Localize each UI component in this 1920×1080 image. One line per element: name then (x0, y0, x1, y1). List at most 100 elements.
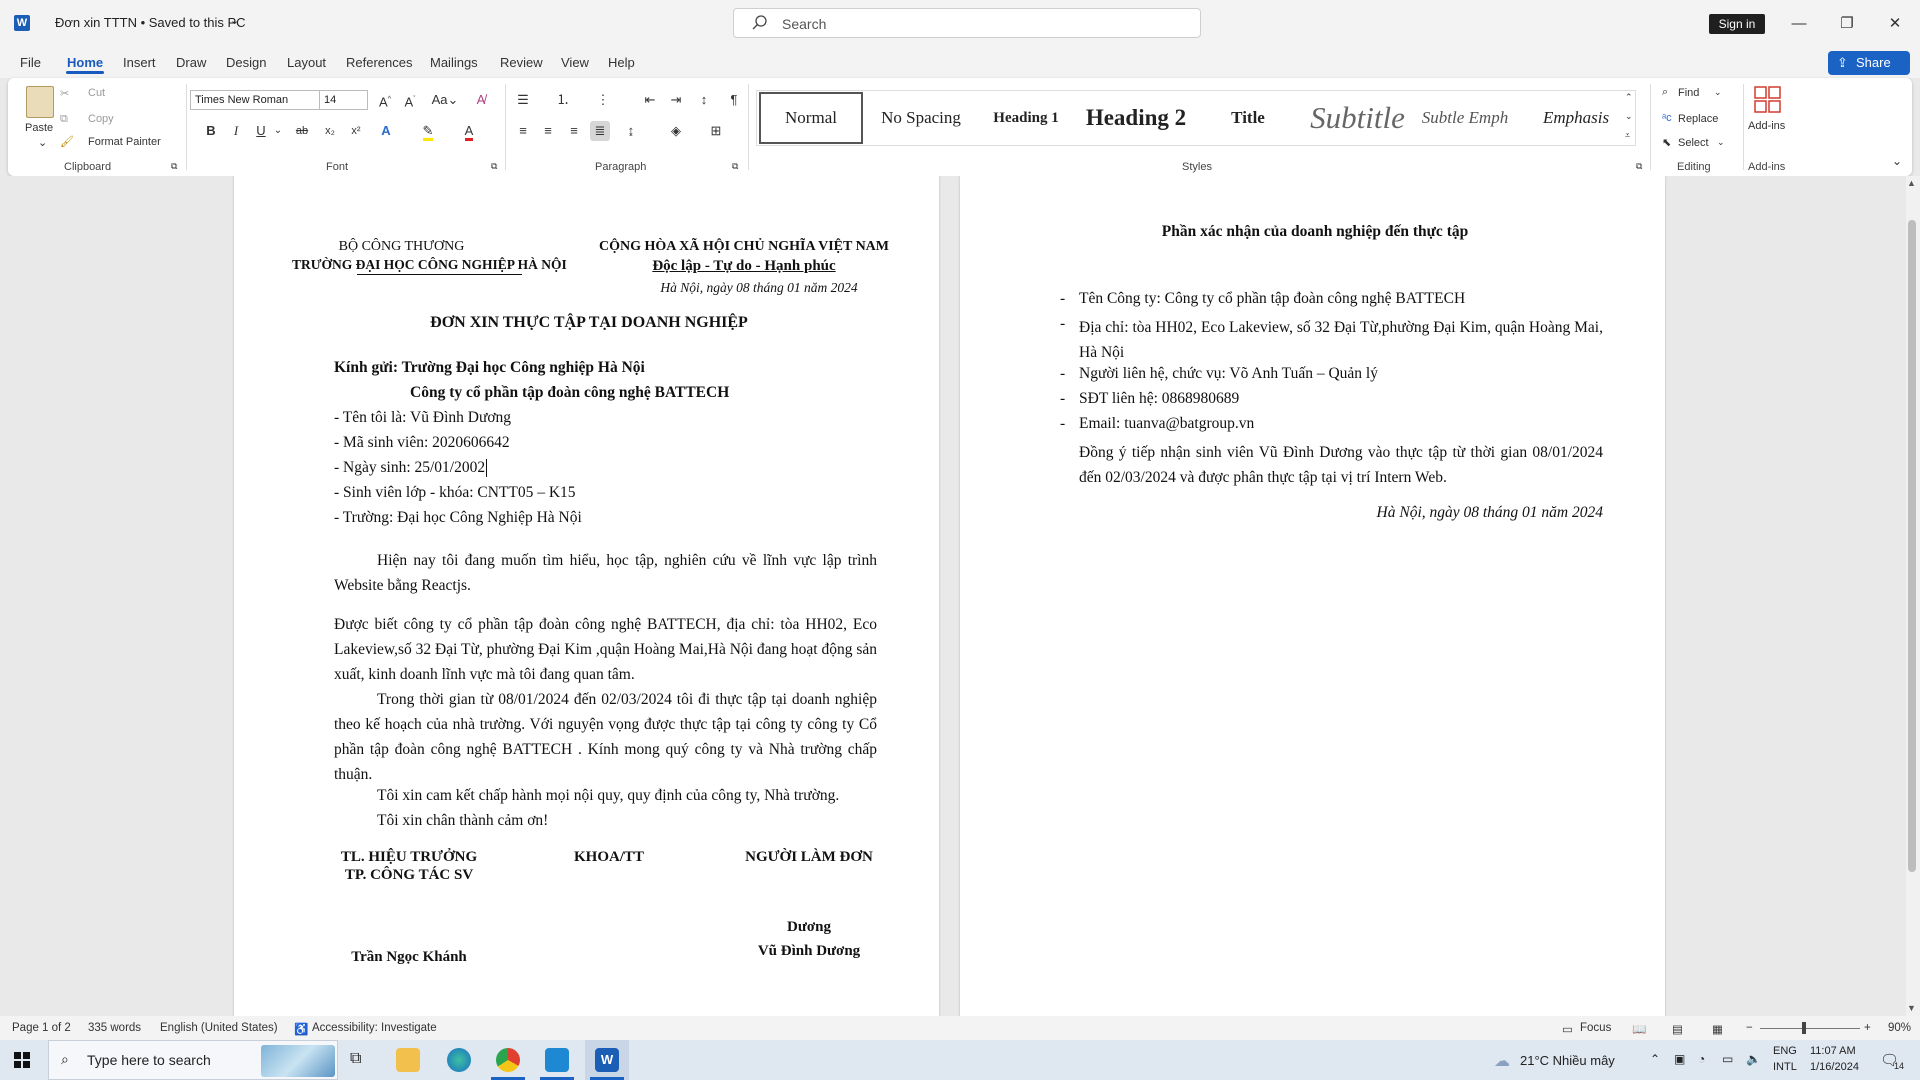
dialog-launcher-icon[interactable]: ⧉ (732, 161, 738, 172)
weather-status[interactable]: 21°C Nhiều mây (1520, 1053, 1615, 1068)
align-center-icon[interactable]: ≡ (538, 121, 558, 141)
sort-icon[interactable]: ↕ (694, 90, 714, 110)
menu-layout[interactable]: Layout (287, 55, 326, 70)
dialog-launcher-icon[interactable]: ⧉ (171, 161, 177, 172)
vscode-icon[interactable] (545, 1048, 569, 1072)
wifi-icon[interactable]: ◔ (1698, 1052, 1705, 1066)
share-button[interactable]: ⇪ Share (1828, 51, 1910, 75)
minimize-button[interactable]: — (1776, 10, 1822, 38)
subscript-button[interactable]: x₂ (320, 121, 340, 141)
menu-home[interactable]: Home (67, 55, 103, 70)
menu-design[interactable]: Design (226, 55, 266, 70)
chevron-down-icon[interactable]: ⌄ (1625, 111, 1633, 122)
copy-button[interactable]: Copy (88, 113, 114, 125)
battery-icon[interactable]: ▭ (1722, 1052, 1733, 1066)
replace-button[interactable]: Replace (1678, 113, 1718, 125)
clock-date[interactable]: 1/16/2024 (1810, 1061, 1859, 1073)
add-ins-icon[interactable] (1754, 86, 1782, 114)
superscript-button[interactable]: x² (346, 121, 366, 141)
menu-draw[interactable]: Draw (176, 55, 206, 70)
clock-time[interactable]: 11:07 AM (1810, 1045, 1856, 1057)
style-emphasis[interactable]: Emphasis (1524, 92, 1628, 144)
justify-icon[interactable]: ≣ (590, 121, 610, 141)
italic-button[interactable]: I (226, 121, 246, 141)
style-heading-2[interactable]: Heading 2 (1084, 92, 1188, 144)
chevron-down-icon[interactable]: ⌄ (1714, 87, 1722, 98)
numbering-icon[interactable]: ⒈ (553, 90, 573, 110)
zoom-in-icon[interactable]: + (1864, 1022, 1871, 1034)
menu-file[interactable]: File (20, 55, 41, 70)
restore-button[interactable]: ❐ (1824, 10, 1870, 38)
page-count[interactable]: Page 1 of 2 (12, 1022, 71, 1034)
zoom-out-icon[interactable]: − (1746, 1022, 1753, 1034)
cut-button[interactable]: Cut (88, 87, 105, 99)
multilevel-list-icon[interactable]: ⋮ (593, 90, 613, 110)
chevron-down-icon[interactable]: ⌄ (230, 14, 239, 27)
add-ins-button[interactable]: Add-ins (1748, 120, 1785, 132)
page-2[interactable]: Phần xác nhận của doanh nghiệp đến thực … (960, 176, 1665, 1016)
scroll-down-icon[interactable]: ▼ (1907, 1003, 1916, 1013)
grow-font-icon[interactable]: A^ (375, 90, 395, 110)
language-status[interactable]: English (United States) (160, 1022, 278, 1034)
borders-icon[interactable]: ⊞ (706, 121, 726, 141)
line-spacing-icon[interactable]: ↨ (621, 121, 641, 141)
format-painter-button[interactable]: Format Painter (88, 136, 161, 148)
file-explorer-icon[interactable] (396, 1048, 420, 1072)
chrome-icon[interactable] (496, 1048, 520, 1072)
highlight-icon[interactable]: ✎ (418, 121, 438, 141)
menu-view[interactable]: View (561, 55, 589, 70)
find-button[interactable]: Find (1678, 87, 1699, 99)
change-case-icon[interactable]: Aa⌄ (430, 90, 460, 110)
style-normal[interactable]: Normal (759, 92, 863, 144)
shading-icon[interactable]: ◈ (666, 121, 686, 141)
more-styles-icon[interactable]: ⩡ (1625, 130, 1630, 141)
scroll-up-icon[interactable]: ▲ (1907, 178, 1916, 188)
print-layout-icon[interactable]: ▤ (1672, 1022, 1683, 1036)
edge-icon[interactable] (447, 1048, 471, 1072)
decrease-indent-icon[interactable]: ⇤ (640, 90, 660, 110)
style-no-spacing[interactable]: No Spacing (871, 92, 971, 144)
close-button[interactable]: ✕ (1872, 10, 1918, 38)
task-view-icon[interactable]: ⧉ (350, 1050, 361, 1068)
search-input[interactable]: Search (733, 8, 1201, 38)
paste-icon[interactable] (26, 86, 54, 118)
shrink-font-icon[interactable]: Aˇ (400, 90, 420, 110)
taskbar-search-input[interactable]: ⌕ Type here to search (48, 1040, 338, 1080)
chevron-up-icon[interactable]: ⌃ (1625, 92, 1633, 103)
input-layout[interactable]: INTL (1773, 1061, 1797, 1073)
collapse-ribbon-icon[interactable]: ⌄ (1892, 154, 1902, 168)
focus-button[interactable]: Focus (1580, 1022, 1611, 1034)
web-layout-icon[interactable]: ▦ (1712, 1022, 1723, 1036)
menu-insert[interactable]: Insert (123, 55, 156, 70)
menu-references[interactable]: References (346, 55, 412, 70)
input-language[interactable]: ENG (1773, 1045, 1797, 1057)
paste-button[interactable]: Paste (25, 122, 53, 134)
menu-mailings[interactable]: Mailings (430, 55, 478, 70)
increase-indent-icon[interactable]: ⇥ (666, 90, 686, 110)
accessibility-status[interactable]: Accessibility: Investigate (312, 1022, 437, 1034)
menu-review[interactable]: Review (500, 55, 543, 70)
dialog-launcher-icon[interactable]: ⧉ (1636, 161, 1642, 172)
document-title[interactable]: Đơn xin TTTN • Saved to this PC (55, 15, 246, 30)
font-color-icon[interactable]: A (459, 121, 479, 141)
windows-start-icon[interactable] (14, 1052, 30, 1068)
style-subtitle[interactable]: Subtitle (1305, 92, 1410, 144)
align-left-icon[interactable]: ≡ (513, 121, 533, 141)
zoom-slider[interactable] (1760, 1028, 1860, 1029)
strikethrough-button[interactable]: ab (292, 121, 312, 141)
meet-icon[interactable]: ▣ (1674, 1052, 1685, 1066)
zoom-level[interactable]: 90% (1888, 1022, 1911, 1034)
clear-formatting-icon[interactable]: A̸ (471, 90, 491, 110)
chevron-down-icon[interactable]: ⌄ (38, 136, 47, 149)
menu-help[interactable]: Help (608, 55, 635, 70)
word-count[interactable]: 335 words (88, 1022, 141, 1034)
volume-icon[interactable]: 🔈 (1746, 1052, 1761, 1066)
bold-button[interactable]: B (201, 121, 221, 141)
style-title[interactable]: Title (1198, 92, 1298, 144)
show-marks-icon[interactable]: ¶ (724, 90, 744, 110)
bullets-icon[interactable]: ☰ (513, 90, 533, 110)
font-family-select[interactable]: Times New Roman (190, 90, 324, 110)
text-effects-icon[interactable]: A (376, 121, 396, 141)
page-1[interactable]: BỘ CÔNG THƯƠNG TRƯỜNG ĐẠI HỌC CÔNG NGHIỆ… (234, 176, 939, 1016)
chevron-up-icon[interactable]: ⌃ (1650, 1052, 1660, 1066)
